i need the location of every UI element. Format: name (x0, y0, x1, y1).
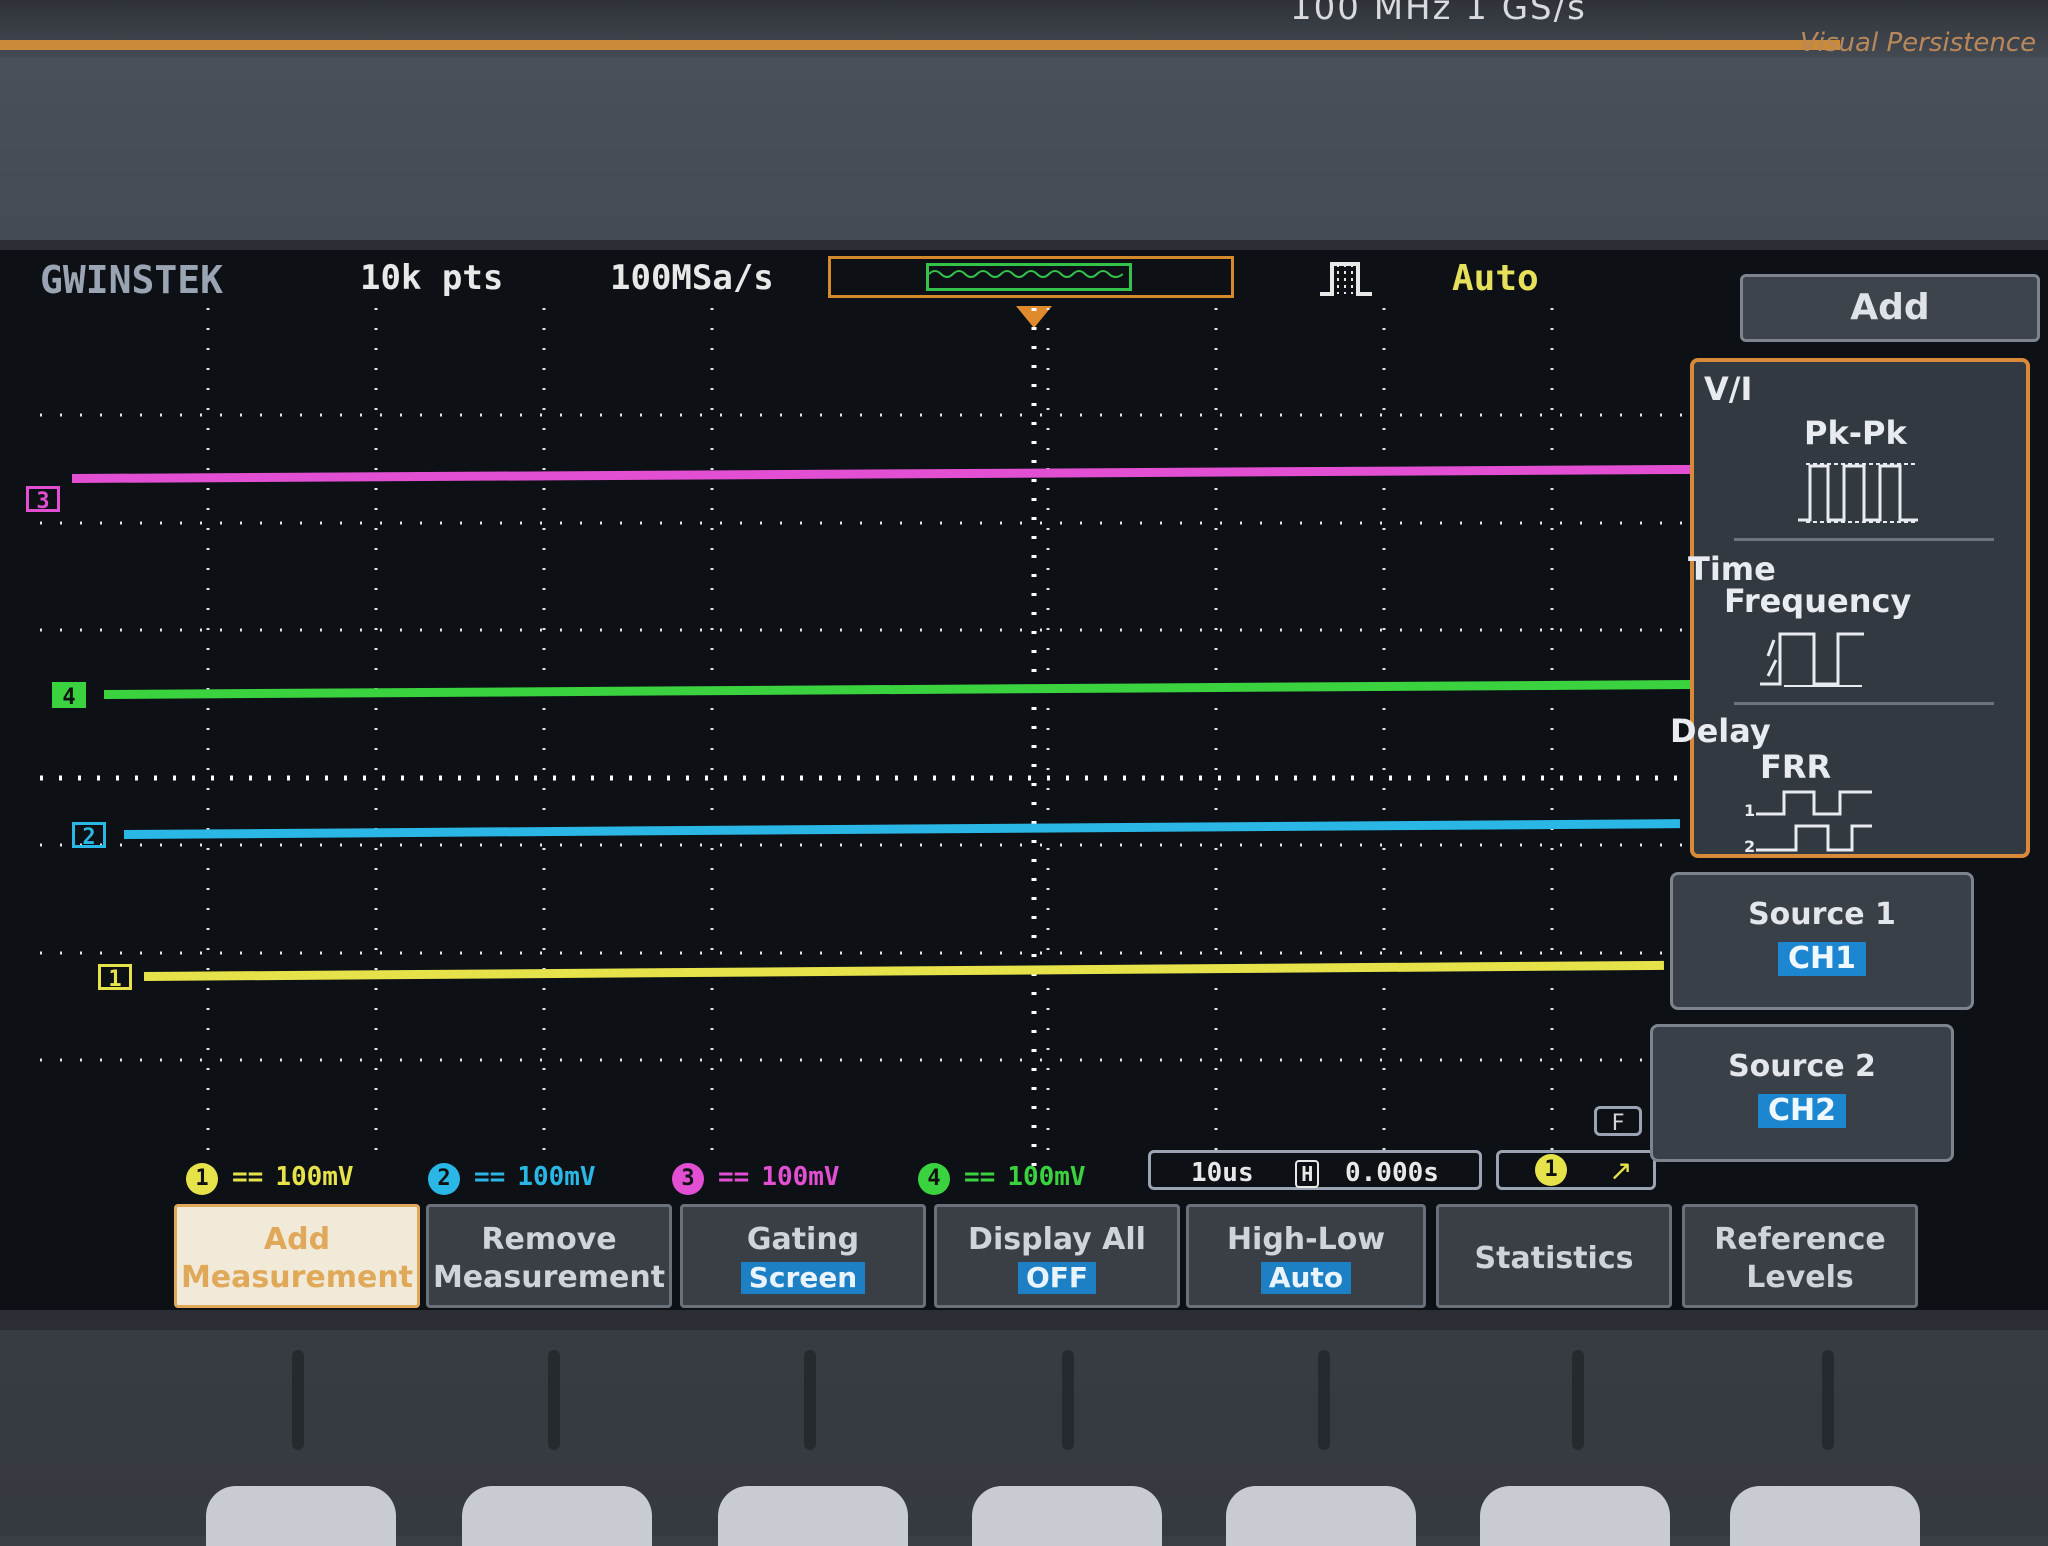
measurement-type-panel[interactable]: V/I Pk-Pk Time Frequency Delay FRR 1 2 (1670, 358, 2030, 858)
ch4-badge: 4 (918, 1163, 950, 1195)
button-slot (1318, 1350, 1330, 1450)
horizontal-icon: H (1295, 1160, 1320, 1188)
frequency-waveform-icon (1760, 632, 1864, 687)
display-all-button[interactable]: Display All OFF (934, 1204, 1180, 1308)
bottom-softkey-5[interactable] (1226, 1486, 1416, 1546)
gating-label: Gating (746, 1222, 860, 1257)
trigger-readout[interactable]: 1 ↗ (1496, 1150, 1656, 1190)
remove-measurement-label: Remove Measurement (432, 1222, 666, 1295)
device-top-label: 100 MHz 1 GS/s Visual Persistence (0, 0, 2048, 58)
button-slot (1572, 1350, 1584, 1450)
ch4-scale: 100mV (1007, 1162, 1086, 1192)
graticule (40, 308, 1720, 1168)
gating-value: Screen (740, 1262, 866, 1294)
display-all-label: Display All (968, 1222, 1146, 1257)
trigger-source-badge: 1 (1535, 1154, 1567, 1186)
bottom-softkey-1[interactable] (206, 1486, 396, 1546)
time-scale: 10us (1191, 1158, 1254, 1188)
trigger-slope-icon: ↗ (1609, 1154, 1633, 1187)
source2-button[interactable]: Source 2 CH2 (1650, 1024, 1954, 1162)
ch2-coupling-icon: == (474, 1162, 506, 1192)
display-all-value: OFF (1017, 1262, 1097, 1294)
add-measurement-button[interactable]: Add Measurement (174, 1204, 420, 1308)
svg-text:1: 1 (1744, 801, 1755, 820)
add-menu-title: Add (1740, 274, 2040, 342)
reference-levels-label: Reference Levels (1714, 1222, 1886, 1295)
bottom-softkey-3[interactable] (718, 1486, 908, 1546)
ch3-scale: 100mV (761, 1162, 840, 1192)
bottom-softkey-2[interactable] (462, 1486, 652, 1546)
source1-value: CH1 (1778, 942, 1866, 976)
remove-measurement-button[interactable]: Remove Measurement (426, 1204, 672, 1308)
memory-overview-bar (828, 256, 1234, 298)
overview-wave-icon (928, 270, 1124, 278)
ch4-coupling-icon: == (964, 1162, 996, 1192)
frr-label[interactable]: FRR (1760, 748, 1831, 786)
divider (1734, 702, 1994, 705)
vi-category[interactable]: V/I (1704, 370, 1752, 408)
frr-waveform-icon: 1 2 (1744, 790, 1872, 856)
high-low-button[interactable]: High-Low Auto (1186, 1204, 1426, 1308)
statistics-button[interactable]: Statistics (1436, 1204, 1672, 1308)
button-slot (1822, 1350, 1834, 1450)
source2-value: CH2 (1758, 1094, 1846, 1128)
high-low-label: High-Low (1226, 1222, 1386, 1257)
ch1-scale: 100mV (275, 1162, 354, 1192)
trigger-mode: Auto (1452, 258, 1539, 299)
statistics-label: Statistics (1474, 1241, 1634, 1276)
ch3-badge: 3 (672, 1163, 704, 1195)
ch2-marker[interactable]: 2 (72, 822, 106, 850)
delay-category[interactable]: Delay (1670, 712, 1771, 750)
divider (1734, 538, 1994, 541)
add-measurement-label: Add Measurement (180, 1222, 414, 1295)
filter-indicator: F (1594, 1106, 1642, 1136)
device-spec: 100 MHz 1 GS/s (1290, 0, 1587, 28)
svg-text:2: 2 (1744, 837, 1755, 856)
high-low-value: Auto (1260, 1262, 1352, 1294)
ch1-marker[interactable]: 1 (98, 964, 132, 992)
ch3-marker[interactable]: 3 (26, 486, 60, 514)
ch3-coupling-icon: == (718, 1162, 750, 1192)
acquire-mode-icon (1320, 262, 1372, 296)
reference-levels-button[interactable]: Reference Levels (1682, 1204, 1918, 1308)
ch1-badge: 1 (186, 1163, 218, 1195)
memory-window (926, 263, 1132, 291)
button-slot (804, 1350, 816, 1450)
visual-persistence-label: Visual Persistence (1800, 28, 2037, 58)
ch4-marker[interactable]: 4 (52, 682, 86, 710)
button-slot (1062, 1350, 1074, 1450)
button-slot (548, 1350, 560, 1450)
brand-logo: GWINSTEK (40, 258, 224, 302)
source2-label: Source 2 (1728, 1049, 1876, 1084)
pkpk-waveform-icon (1798, 463, 1918, 523)
timebase-readout[interactable]: 10us H 0.000s (1148, 1150, 1482, 1190)
ch2-badge: 2 (428, 1163, 460, 1195)
record-length: 10k pts (360, 258, 504, 298)
pkpk-label[interactable]: Pk-Pk (1804, 414, 1907, 452)
gating-button[interactable]: Gating Screen (680, 1204, 926, 1308)
ch1-status[interactable]: 1 == 100mV (186, 1162, 354, 1202)
orange-stripe (0, 40, 1840, 50)
ch3-status[interactable]: 3 == 100mV (672, 1162, 840, 1202)
ch4-status[interactable]: 4 == 100mV (918, 1162, 1086, 1202)
button-slot (292, 1350, 304, 1450)
source1-label: Source 1 (1748, 897, 1896, 932)
frequency-label[interactable]: Frequency (1724, 582, 1911, 620)
sample-rate: 100MSa/s (610, 258, 774, 298)
time-position: 0.000s (1344, 1158, 1439, 1188)
bottom-softkey-6[interactable] (1480, 1486, 1670, 1546)
bottom-softkey-7[interactable] (1730, 1486, 1920, 1546)
measure-side-menu: Add V/I Pk-Pk Time Frequency Delay FRR 1… (1640, 268, 2048, 1168)
ch2-status[interactable]: 2 == 100mV (428, 1162, 596, 1202)
ch1-coupling-icon: == (232, 1162, 264, 1192)
source1-button[interactable]: Source 1 CH1 (1670, 872, 1974, 1010)
bottom-softkey-4[interactable] (972, 1486, 1162, 1546)
ch2-scale: 100mV (517, 1162, 596, 1192)
